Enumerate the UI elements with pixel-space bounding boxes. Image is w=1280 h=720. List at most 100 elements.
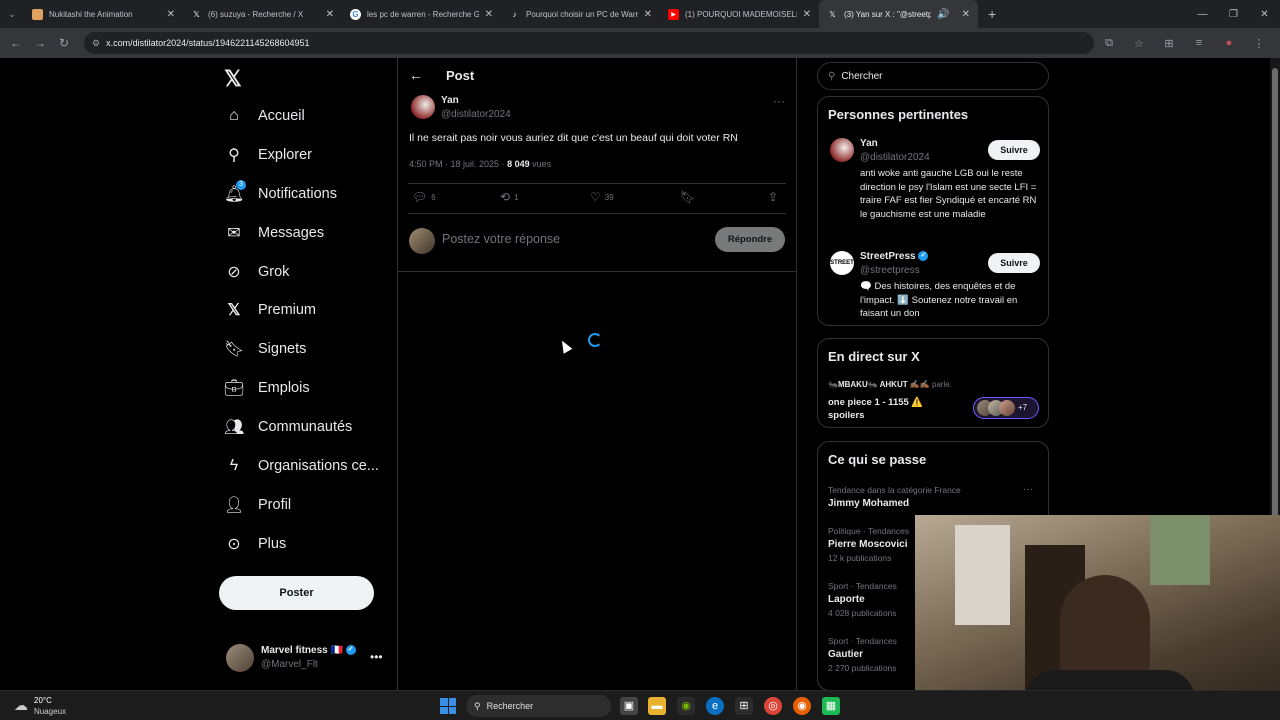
person-handle[interactable]: @distilator2024 xyxy=(860,152,930,163)
live-spaces-card[interactable]: En direct sur X 🐜MBAKU🐜 AHKUT ✍🏾✍🏾 parle… xyxy=(817,338,1049,428)
browser-tab[interactable]: 𝕏 (6) suzuya - Recherche / X ✕ xyxy=(183,0,342,28)
bookmark-icon: 🔖︎ xyxy=(680,190,696,204)
streetpress-avatar[interactable]: STREET PRESS xyxy=(830,251,854,290)
more-icon[interactable]: ••• xyxy=(370,650,383,664)
webcam-window xyxy=(955,525,1010,625)
trend-name[interactable]: Pierre Moscovici xyxy=(828,539,907,550)
reply-input[interactable]: Postez votre réponse xyxy=(442,232,560,246)
file-explorer-icon[interactable]: ▬ xyxy=(648,697,666,715)
nav-item-communautes[interactable]: 👥︎ Communautés xyxy=(224,415,352,439)
back-arrow-icon[interactable]: ← xyxy=(409,67,423,83)
bookmark-star-icon[interactable]: ☆ xyxy=(1124,37,1154,50)
close-icon[interactable]: ✕ xyxy=(962,9,970,20)
weather-widget[interactable]: ☁ 20°C Nuageux xyxy=(10,694,80,718)
nav-label: Signets xyxy=(258,341,307,357)
browser-tab[interactable]: Nukitashi the Animation ✕ xyxy=(24,0,183,28)
person-bio: anti woke anti gauche LGB oui le reste d… xyxy=(860,168,1037,220)
edge-icon[interactable]: e xyxy=(706,697,724,715)
windows-start-icon[interactable] xyxy=(440,698,456,714)
follow-button[interactable]: Suivre xyxy=(988,253,1040,273)
bookmark-action[interactable]: 🔖︎ xyxy=(680,190,695,204)
weather-desc: Nuageux xyxy=(34,707,67,716)
more-options-icon[interactable]: ··· xyxy=(773,94,785,108)
nav-item-profil[interactable]: 👤︎ Profil xyxy=(224,493,291,517)
reload-icon[interactable]: ↻ xyxy=(52,36,76,50)
follow-button[interactable]: Suivre xyxy=(988,140,1040,160)
task-view-icon[interactable]: ▣ xyxy=(620,697,638,715)
envelope-icon: ✉ xyxy=(227,225,241,242)
reply-action[interactable]: 💬︎ 6 xyxy=(412,190,436,204)
x-logo-icon[interactable]: 𝕏 xyxy=(224,66,242,92)
nav-item-messages[interactable]: ✉ Messages xyxy=(224,221,324,245)
maximize-icon[interactable]: ❐ xyxy=(1218,9,1249,20)
main-column: ← Post Yan @distilator2024 ··· Il ne ser… xyxy=(397,58,797,690)
nav-label: Explorer xyxy=(258,147,312,163)
taskbar-search-label: Rechercher xyxy=(486,701,534,711)
search-input[interactable]: ⚲ Chercher xyxy=(817,62,1049,90)
share-action[interactable]: ⇪ xyxy=(768,190,778,204)
media-icon[interactable]: ≡ xyxy=(1184,37,1214,49)
page-title: Post xyxy=(446,68,475,83)
browser-tab[interactable]: G les pc de warren - Recherche G ✕ xyxy=(342,0,501,28)
nav-item-premium[interactable]: 𝕏 Premium xyxy=(224,298,316,322)
trend-name[interactable]: Gautier xyxy=(828,649,863,660)
search-placeholder: Chercher xyxy=(841,70,883,82)
post-button[interactable]: Poster xyxy=(219,576,374,610)
tweet-author-name[interactable]: Yan xyxy=(441,95,459,106)
avatar[interactable] xyxy=(830,138,854,162)
person-icon: 👤︎ xyxy=(224,497,245,514)
chrome-icon[interactable]: ◎ xyxy=(764,697,782,715)
firefox-icon[interactable]: ◉ xyxy=(793,697,811,715)
browser-tab[interactable]: ♪ Pourquoi choisir un PC de Warr ✕ xyxy=(501,0,660,28)
repost-action[interactable]: ⟲ 1 xyxy=(500,190,519,204)
nav-item-grok[interactable]: ⊘ Grok xyxy=(224,260,289,284)
back-icon[interactable]: ← xyxy=(4,36,28,50)
nav-item-notifications[interactable]: 🔔︎ 3 Notifications xyxy=(224,180,337,206)
close-icon[interactable]: ✕ xyxy=(644,9,652,20)
close-icon[interactable]: ✕ xyxy=(803,9,811,20)
nav-item-plus[interactable]: ⊙ Plus xyxy=(224,532,286,556)
taskbar-search[interactable]: ⚲ Rechercher xyxy=(466,695,611,717)
nav-item-accueil[interactable]: ⌂ Accueil xyxy=(224,104,305,128)
close-window-icon[interactable]: ✕ xyxy=(1249,9,1280,20)
nav-item-signets[interactable]: 🔖︎ Signets xyxy=(224,337,306,361)
person-handle[interactable]: @streetpress xyxy=(860,265,920,276)
more-icon[interactable]: ··· xyxy=(1023,484,1033,495)
nav-item-emplois[interactable]: 💼︎ Emplois xyxy=(224,376,310,400)
store-icon[interactable]: ⊞ xyxy=(735,697,753,715)
person-name[interactable]: StreetPress ✓ xyxy=(860,251,929,262)
close-icon[interactable]: ✕ xyxy=(326,9,334,20)
tab-search-icon[interactable]: ⌄ xyxy=(0,9,24,20)
like-action[interactable]: ♡ 39 xyxy=(590,190,614,204)
minimize-icon[interactable]: — xyxy=(1187,9,1218,20)
nav-item-organisations[interactable]: ϟ Organisations ce... xyxy=(224,454,379,478)
search-icon: ⚲ xyxy=(828,70,836,82)
person-name[interactable]: Yan xyxy=(860,138,878,149)
site-info-icon[interactable]: ⚙ xyxy=(92,38,100,49)
space-host: 🐜MBAKU🐜 AHKUT ✍🏾✍🏾 parle. xyxy=(828,380,952,389)
close-icon[interactable]: ✕ xyxy=(167,9,175,20)
install-app-icon[interactable]: ⧉ xyxy=(1094,37,1124,50)
speaker-icon[interactable]: 🔊 xyxy=(937,9,949,20)
close-icon[interactable]: ✕ xyxy=(485,9,493,20)
forward-icon[interactable]: → xyxy=(28,36,52,50)
account-switcher[interactable]: Marvel fitness 🇫🇷 ✓ @Marvel_Flt ••• xyxy=(226,642,396,672)
browser-tab[interactable]: ▶ (1) POURQUOI MADEMOISELLE ✕ xyxy=(660,0,819,28)
trend-name[interactable]: Jimmy Mohamed xyxy=(828,498,909,509)
nav-label: Premium xyxy=(258,302,317,318)
avatar xyxy=(409,228,435,254)
nvidia-icon[interactable]: ◉ xyxy=(677,697,695,715)
menu-icon[interactable]: ⋮ xyxy=(1244,37,1274,50)
card-title: En direct sur X xyxy=(828,349,920,364)
trend-name[interactable]: Laporte xyxy=(828,594,865,605)
extensions-icon[interactable]: ⊞ xyxy=(1154,37,1184,50)
new-tab-button[interactable]: + xyxy=(988,6,996,22)
profile-icon[interactable]: ● xyxy=(1214,37,1244,49)
tweet-author-avatar[interactable] xyxy=(411,95,435,119)
url-bar[interactable]: ⚙ x.com/distilator2024/status/1946221145… xyxy=(84,32,1094,54)
app-icon[interactable]: ▦ xyxy=(822,697,840,715)
browser-tab-active[interactable]: 𝕏 (3) Yan sur X : "@streetpres 🔊 ✕ xyxy=(819,0,978,28)
nav-item-explorer[interactable]: ⚲ Explorer xyxy=(224,143,312,167)
tweet-author-handle[interactable]: @distilator2024 xyxy=(441,109,511,120)
reply-button[interactable]: Répondre xyxy=(715,227,785,252)
